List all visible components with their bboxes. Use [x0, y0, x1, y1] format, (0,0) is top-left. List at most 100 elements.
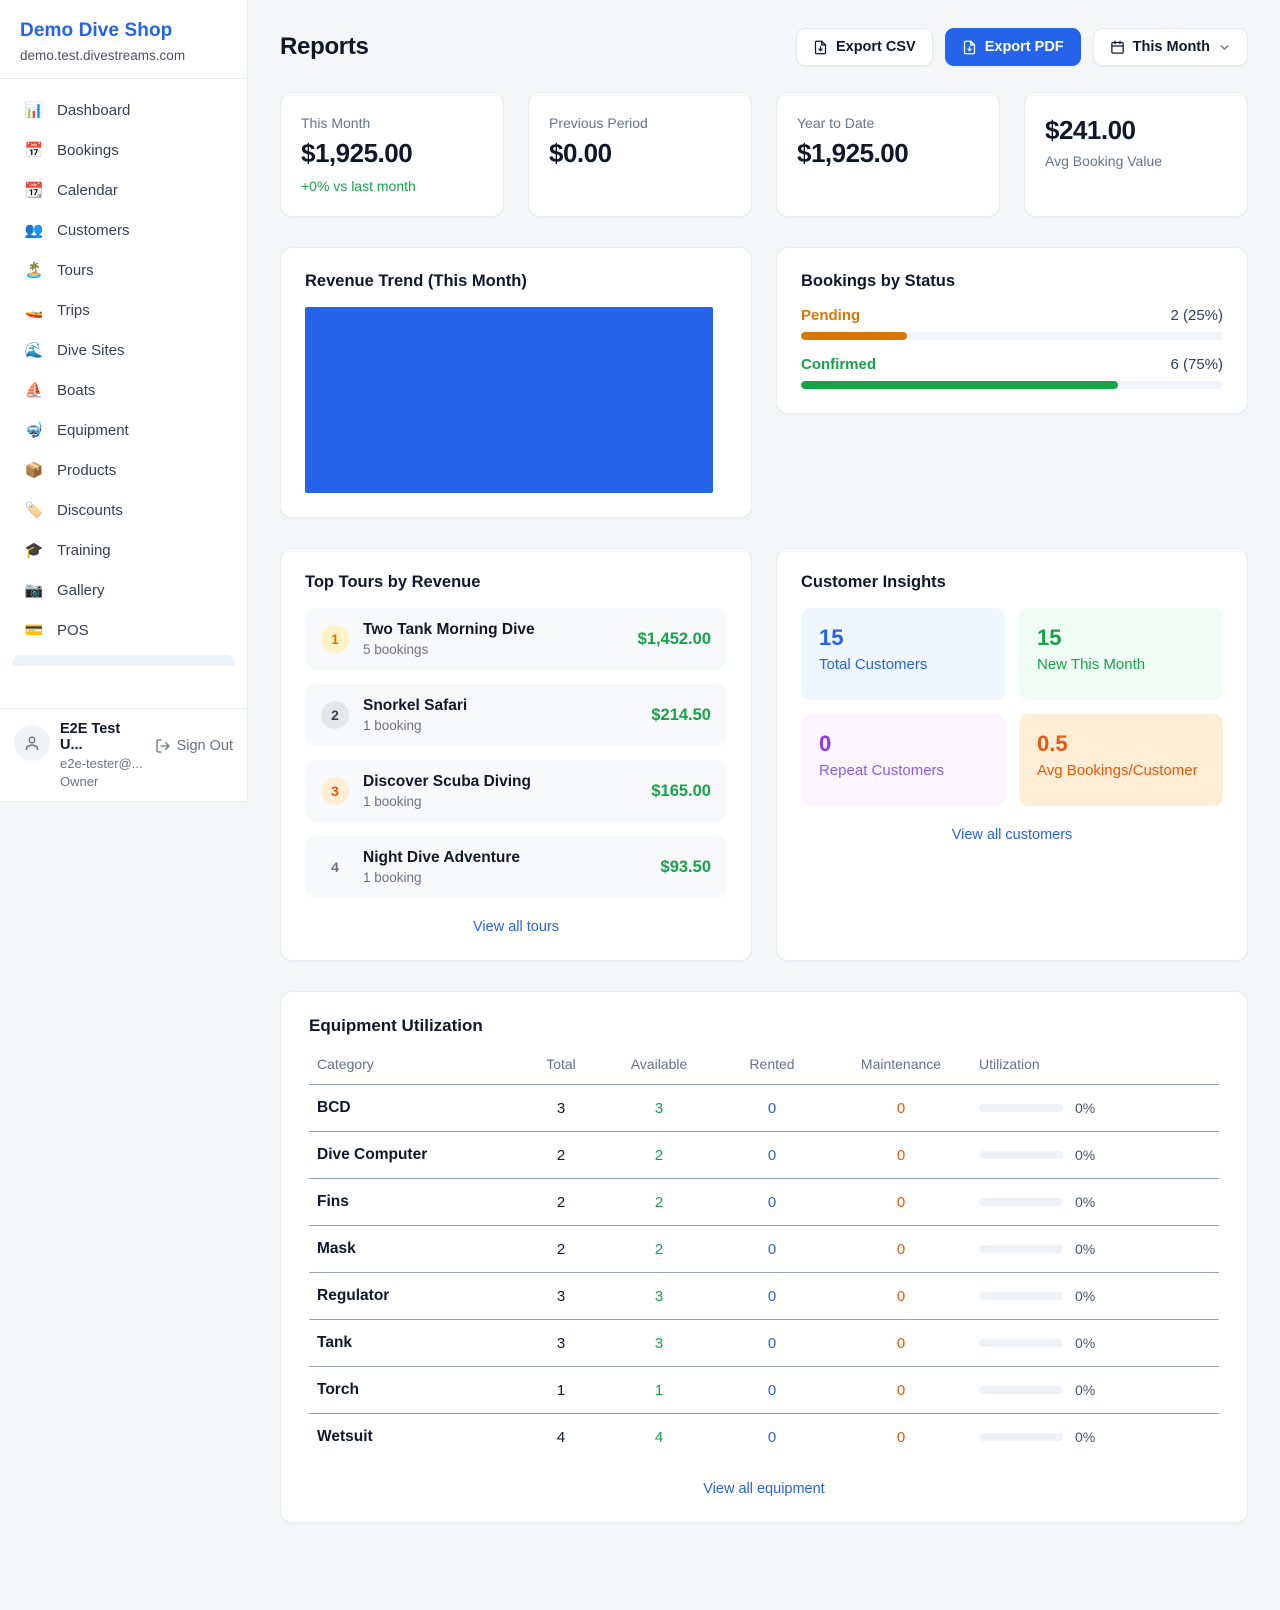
equipment-row-fins: Fins22000% [309, 1179, 1219, 1226]
tour-info: Discover Scuba Diving1 booking [363, 773, 531, 809]
maintenance-cell: 0 [831, 1179, 971, 1226]
sidebar-item-bookings[interactable]: 📅Bookings [12, 133, 235, 168]
column-header-maintenance: Maintenance [831, 1044, 971, 1085]
insight-value: 0 [819, 731, 987, 757]
sidebar-item-trips[interactable]: 🚤 Trips [12, 293, 235, 328]
avatar [14, 725, 50, 761]
tour-revenue: $93.50 [661, 858, 711, 877]
chevron-down-icon [1218, 41, 1231, 54]
tear-off-calendar-icon: 📆 [24, 183, 44, 198]
sidebar-item-discounts[interactable]: 🏷️Discounts [12, 493, 235, 528]
category-cell: Dive Computer [309, 1132, 517, 1179]
period-select[interactable]: This Month [1093, 28, 1248, 66]
speedboat-icon: 🚤 [24, 303, 44, 318]
tour-name: Two Tank Morning Dive [363, 621, 535, 639]
insight-tile-repeat-customers: 0Repeat Customers [801, 714, 1005, 806]
rented-cell: 0 [713, 1367, 831, 1414]
stat-value: $1,925.00 [797, 138, 979, 169]
view-all-tours-link[interactable]: View all tours [473, 919, 559, 935]
utilization-percent: 0% [1075, 1147, 1095, 1163]
equipment-row-dive-computer: Dive Computer22000% [309, 1132, 1219, 1179]
stat-value: $0.00 [549, 138, 731, 169]
maintenance-cell: 0 [831, 1414, 971, 1461]
charts-row: Revenue Trend (This Month) Bookings by S… [280, 247, 1248, 518]
status-bar-track [801, 381, 1223, 389]
tour-bookings: 5 bookings [363, 642, 535, 657]
utilization-bar [979, 1245, 1063, 1253]
sidebar-header: Demo Dive Shop demo.test.divestreams.com [0, 0, 247, 79]
insight-tile-new-this-month: 15New This Month [1019, 608, 1223, 700]
tour-name: Night Dive Adventure [363, 849, 520, 867]
utilization-percent: 0% [1075, 1429, 1095, 1445]
export-csv-label: Export CSV [836, 39, 916, 55]
lists-row: Top Tours by Revenue 1Two Tank Morning D… [280, 548, 1248, 961]
calendar-icon [1110, 40, 1125, 55]
tour-list: 1Two Tank Morning Dive5 bookings$1,452.0… [305, 608, 727, 898]
stat-card-previous-period: Previous Period$0.00 [528, 92, 752, 217]
bar-chart-icon: 📊 [24, 103, 44, 118]
view-all-equipment-link[interactable]: View all equipment [703, 1481, 824, 1497]
column-header-available: Available [605, 1044, 713, 1085]
customer-insights-card: Customer Insights 15Total Customers15New… [776, 548, 1248, 961]
view-all-customers-link[interactable]: View all customers [952, 827, 1073, 843]
sidebar-item-dashboard[interactable]: 📊 Dashboard [12, 93, 235, 128]
sidebar-item-products[interactable]: 📦Products [12, 453, 235, 488]
camera-icon: 📷 [24, 583, 44, 598]
utilization-cell: 0% [971, 1179, 1219, 1226]
sidebar-item-reports-partial[interactable] [12, 655, 235, 666]
status-bar-fill [801, 332, 907, 340]
sidebar-item-customers[interactable]: 👥Customers [12, 213, 235, 248]
utilization-percent: 0% [1075, 1194, 1095, 1210]
tour-revenue: $165.00 [651, 782, 711, 801]
sidebar-item-equipment[interactable]: 🤿Equipment [12, 413, 235, 448]
sidebar-item-label: Discounts [57, 502, 123, 519]
sidebar-item-dive-sites[interactable]: 🌊Dive Sites [12, 333, 235, 368]
tour-info: Night Dive Adventure1 booking [363, 849, 520, 885]
utilization-bar [979, 1339, 1063, 1347]
export-csv-button[interactable]: Export CSV [796, 28, 933, 66]
available-cell: 1 [605, 1367, 713, 1414]
rented-cell: 0 [713, 1085, 831, 1132]
available-cell: 4 [605, 1414, 713, 1461]
export-pdf-button[interactable]: Export PDF [945, 28, 1081, 66]
sidebar-item-gallery[interactable]: 📷Gallery [12, 573, 235, 608]
sidebar-item-label: Calendar [57, 182, 118, 199]
rented-cell: 0 [713, 1414, 831, 1461]
utilization-bar [979, 1386, 1063, 1394]
category-cell: Mask [309, 1226, 517, 1273]
sidebar-item-tours[interactable]: 🏝️Tours [12, 253, 235, 288]
sidebar-item-pos[interactable]: 💳POS [12, 613, 235, 648]
total-cell: 2 [517, 1132, 605, 1179]
equipment-row-torch: Torch11000% [309, 1367, 1219, 1414]
sidebar-item-label: Trips [57, 302, 90, 319]
equipment-row-wetsuit: Wetsuit44000% [309, 1414, 1219, 1461]
stat-card-year-to-date: Year to Date $1,925.00 [776, 92, 1000, 217]
sidebar-item-label: Tours [57, 262, 94, 279]
column-header-rented: Rented [713, 1044, 831, 1085]
total-cell: 3 [517, 1320, 605, 1367]
stat-label: Year to Date [797, 115, 979, 131]
revenue-trend-title: Revenue Trend (This Month) [305, 272, 727, 291]
utilization-bar [979, 1198, 1063, 1206]
sign-out-button[interactable]: Sign Out [155, 735, 233, 757]
shop-name[interactable]: Demo Dive Shop [20, 20, 227, 42]
utilization-cell: 0% [971, 1273, 1219, 1320]
sidebar-item-label: Dashboard [57, 102, 130, 119]
equipment-row-regulator: Regulator33000% [309, 1273, 1219, 1320]
sidebar-item-training[interactable]: 🎓Training [12, 533, 235, 568]
sidebar-item-boats[interactable]: ⛵Boats [12, 373, 235, 408]
sidebar-item-label: Dive Sites [57, 342, 125, 359]
file-download-icon [962, 40, 977, 55]
sidebar-item-calendar[interactable]: 📆 Calendar [12, 173, 235, 208]
utilization-percent: 0% [1075, 1288, 1095, 1304]
utilization-cell: 0% [971, 1132, 1219, 1179]
equipment-row-tank: Tank33000% [309, 1320, 1219, 1367]
utilization-bar [979, 1433, 1063, 1441]
status-row-pending: Pending2 (25%) [801, 307, 1223, 340]
stat-value: $241.00 [1045, 115, 1227, 146]
graduation-cap-icon: 🎓 [24, 543, 44, 558]
utilization-percent: 0% [1075, 1241, 1095, 1257]
maintenance-cell: 0 [831, 1085, 971, 1132]
rented-cell: 0 [713, 1273, 831, 1320]
rank-badge: 4 [321, 853, 349, 881]
